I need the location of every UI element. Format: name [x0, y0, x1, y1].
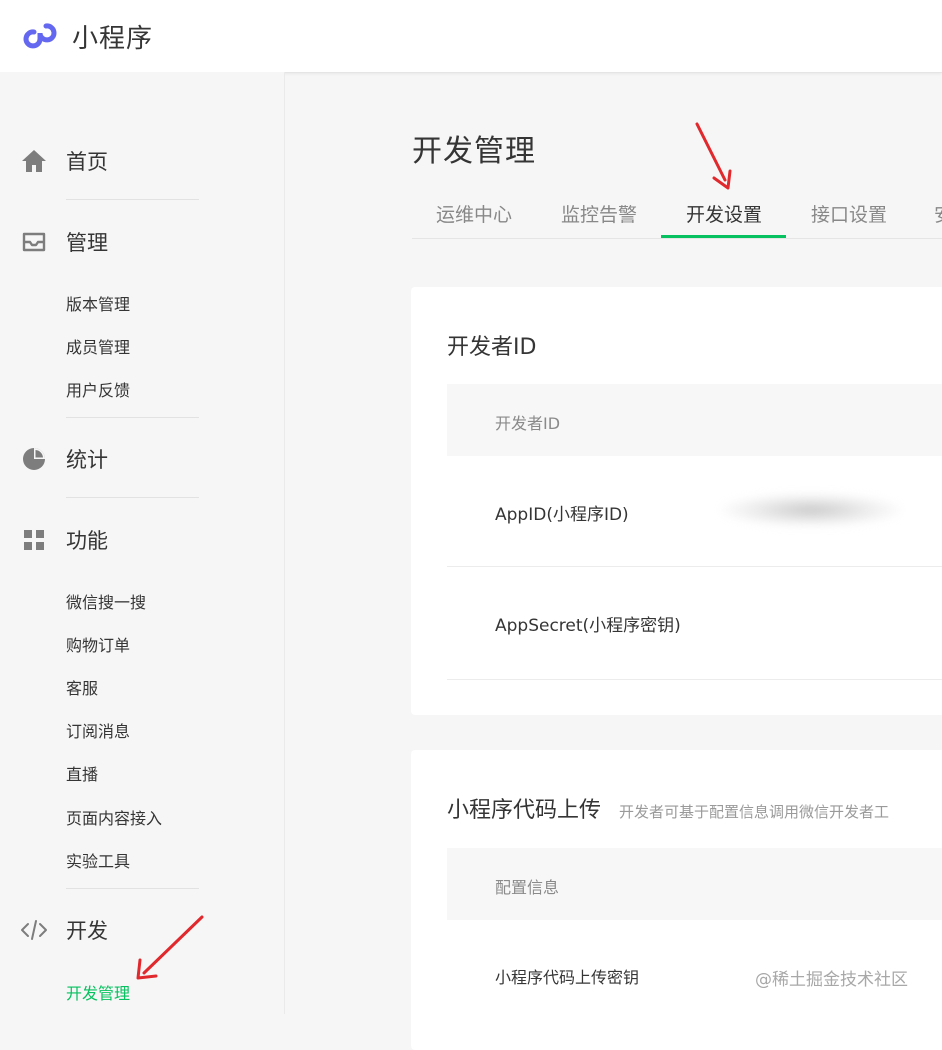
- sidebar-group-label: 管理: [66, 231, 108, 255]
- code-upload-card: 小程序代码上传 开发者可基于配置信息调用微信开发者工 配置信息 小程序代码上传密钥: [411, 750, 942, 1050]
- sidebar-item-wechat-search[interactable]: 微信搜一搜: [66, 589, 146, 613]
- sidebar-divider: [66, 497, 199, 498]
- pie-chart-icon: [20, 445, 48, 473]
- sidebar-item-subscribe-message[interactable]: 订阅消息: [66, 718, 130, 742]
- inbox-icon: [20, 228, 48, 256]
- sidebar-group-label: 统计: [66, 448, 108, 472]
- code-icon: [20, 916, 48, 944]
- sidebar-divider: [66, 199, 199, 200]
- mini-program-logo-icon: [23, 23, 57, 49]
- tab-ops-center[interactable]: 运维中心: [436, 200, 512, 227]
- sidebar-item-orders[interactable]: 购物订单: [66, 632, 130, 656]
- table-header-label: 配置信息: [495, 878, 560, 897]
- sidebar-group-label: 首页: [66, 150, 108, 174]
- row-label: 小程序代码上传密钥: [495, 968, 640, 987]
- card-title-text: 小程序代码上传: [447, 798, 602, 823]
- appid-value-blurred: [721, 493, 901, 527]
- sidebar-group-stats[interactable]: 统计: [20, 439, 200, 479]
- watermark: @稀土掘金技术社区: [755, 970, 908, 990]
- sidebar-group-manage[interactable]: 管理: [20, 222, 200, 262]
- sidebar-item-version[interactable]: 版本管理: [66, 291, 130, 315]
- table-header: 开发者ID: [447, 384, 942, 456]
- row-label: AppID(小程序ID): [495, 505, 629, 525]
- main-content: 开发管理 运维中心 监控告警 开发设置 接口设置 安 开发者ID 开发者ID A…: [285, 72, 942, 1050]
- grid-icon: [20, 526, 48, 554]
- sidebar-item-members[interactable]: 成员管理: [66, 334, 130, 358]
- card-title: 开发者ID: [447, 335, 537, 360]
- sidebar-group-label: 开发: [66, 919, 108, 943]
- sidebar-item-dev-management[interactable]: 开发管理: [66, 980, 130, 1004]
- row-label: AppSecret(小程序密钥): [495, 616, 681, 636]
- tab-api-settings[interactable]: 接口设置: [811, 200, 887, 227]
- sidebar-divider: [66, 417, 199, 418]
- sidebar-item-live[interactable]: 直播: [66, 761, 98, 785]
- table-header: 配置信息: [447, 848, 942, 920]
- sidebar-group-label: 功能: [66, 529, 108, 553]
- card-description: 开发者可基于配置信息调用微信开发者工: [619, 803, 890, 821]
- sidebar-item-lab-tools[interactable]: 实验工具: [66, 848, 130, 872]
- tab-monitoring[interactable]: 监控告警: [561, 200, 637, 227]
- card-title: 小程序代码上传 开发者可基于配置信息调用微信开发者工: [447, 792, 889, 824]
- sidebar-item-customer-service[interactable]: 客服: [66, 675, 98, 699]
- sidebar-group-develop[interactable]: 开发: [20, 910, 200, 950]
- table-row-appid: AppID(小程序ID): [447, 456, 942, 567]
- sidebar-item-feedback[interactable]: 用户反馈: [66, 377, 130, 401]
- sidebar: 首页 管理 版本管理 成员管理 用户反馈 统计 功能 微信搜一搜 购物订单 客服…: [0, 72, 285, 1014]
- sidebar-group-features[interactable]: 功能: [20, 520, 200, 560]
- tab-bar: 运维中心 监控告警 开发设置 接口设置 安: [412, 188, 942, 239]
- table-row-appsecret: AppSecret(小程序密钥): [447, 567, 942, 680]
- home-icon: [20, 147, 48, 175]
- brand[interactable]: 小程序: [22, 18, 153, 54]
- top-bar: 小程序: [0, 0, 942, 73]
- page-title: 开发管理: [412, 134, 536, 169]
- sidebar-divider: [66, 888, 199, 889]
- table-header-label: 开发者ID: [495, 414, 561, 433]
- brand-name: 小程序: [72, 23, 154, 54]
- sidebar-group-home[interactable]: 首页: [20, 141, 200, 181]
- tab-dev-settings[interactable]: 开发设置: [686, 200, 762, 227]
- sidebar-item-page-content[interactable]: 页面内容接入: [66, 805, 162, 829]
- tab-security[interactable]: 安: [934, 200, 942, 227]
- developer-id-card: 开发者ID 开发者ID AppID(小程序ID) AppSecret(小程序密钥…: [411, 287, 942, 715]
- active-tab-indicator: [661, 235, 786, 238]
